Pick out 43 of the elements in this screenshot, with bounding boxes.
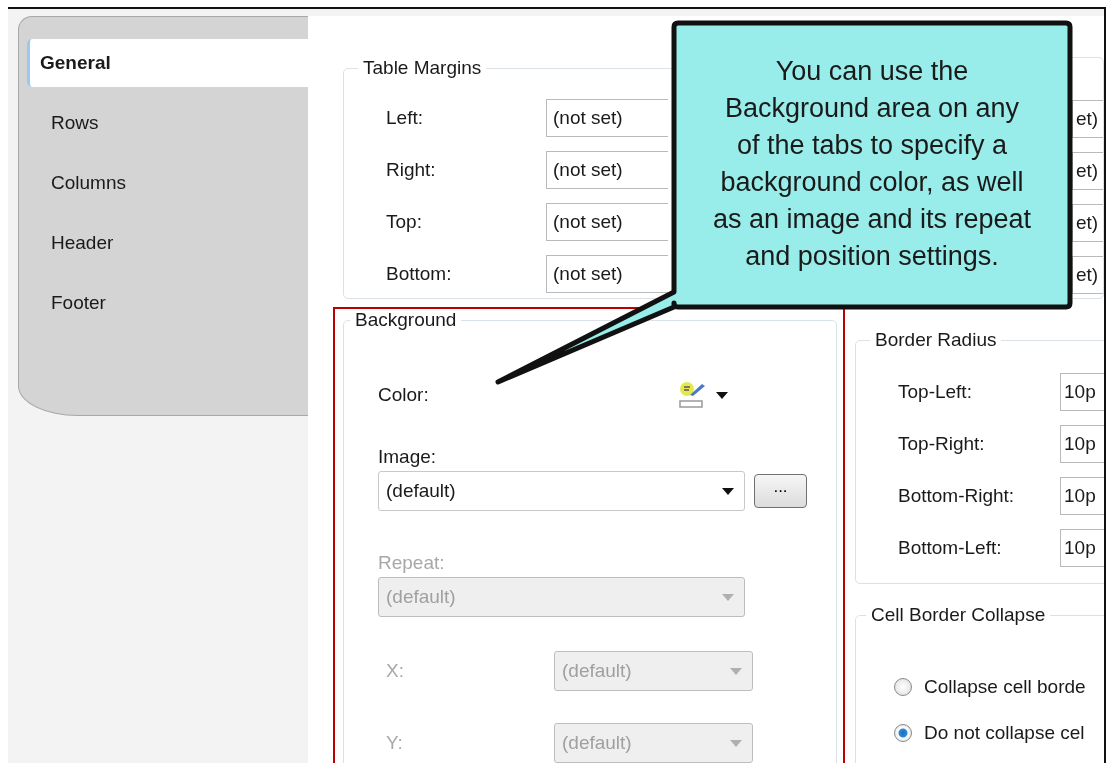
field-label: Top-Left:: [898, 381, 973, 403]
tab[interactable]: Columns: [29, 159, 308, 207]
tab[interactable]: Header: [29, 219, 308, 267]
field-label: Right:: [386, 159, 437, 181]
tab[interactable]: Rows: [29, 99, 308, 147]
text-field[interactable]: 10p: [1060, 477, 1104, 515]
radio-button[interactable]: [894, 678, 912, 696]
text-field[interactable]: 10p: [1060, 529, 1104, 567]
caret-icon: [730, 667, 742, 675]
text-field[interactable]: (not set): [546, 203, 668, 241]
text-field[interactable]: (not set): [546, 255, 668, 293]
text-field[interactable]: 10p: [1060, 425, 1104, 463]
field-label: Y:: [385, 732, 404, 754]
caret-icon: [716, 391, 728, 399]
group-title: Background: [354, 309, 458, 331]
caret-icon: [730, 739, 742, 747]
field-label: Image:: [378, 445, 438, 469]
group-title: Cell Border Collapse: [870, 604, 1047, 626]
field-label: Top:: [386, 211, 423, 233]
field-label: Left:: [386, 107, 424, 129]
field-label: X:: [385, 660, 405, 682]
field-label: Bottom:: [386, 263, 453, 285]
text-field[interactable]: 10p: [1060, 373, 1104, 411]
text-field[interactable]: (not set): [546, 151, 668, 189]
tab[interactable]: General: [27, 39, 308, 87]
field-label: Bottom-Left:: [898, 537, 1003, 559]
tab[interactable]: Footer: [29, 279, 308, 327]
text-field[interactable]: (not set): [546, 99, 668, 137]
callout-text: You can use the Background area on any of the tabs to specify a background color, as well as an image and its repeat and position settings.: [711, 55, 1033, 273]
group-title: Border Radius: [874, 329, 998, 351]
field-label: Repeat:: [378, 551, 446, 575]
field-label: Bottom-Right:: [898, 485, 1016, 507]
field-label: Top-Right:: [898, 433, 986, 455]
group-title: Table Margins: [362, 57, 483, 79]
color-picker-button[interactable]: [676, 379, 730, 411]
caret-icon: [722, 593, 734, 601]
option-label[interactable]: Collapse cell borde: [924, 676, 1086, 698]
field-label: Color:: [378, 384, 429, 406]
option-label[interactable]: Do not collapse cel: [924, 722, 1085, 744]
caret-icon: [722, 487, 734, 495]
browse-button[interactable]: ...: [754, 474, 807, 508]
dropdown[interactable]: (default): [378, 471, 745, 511]
radio-button[interactable]: [894, 724, 912, 742]
